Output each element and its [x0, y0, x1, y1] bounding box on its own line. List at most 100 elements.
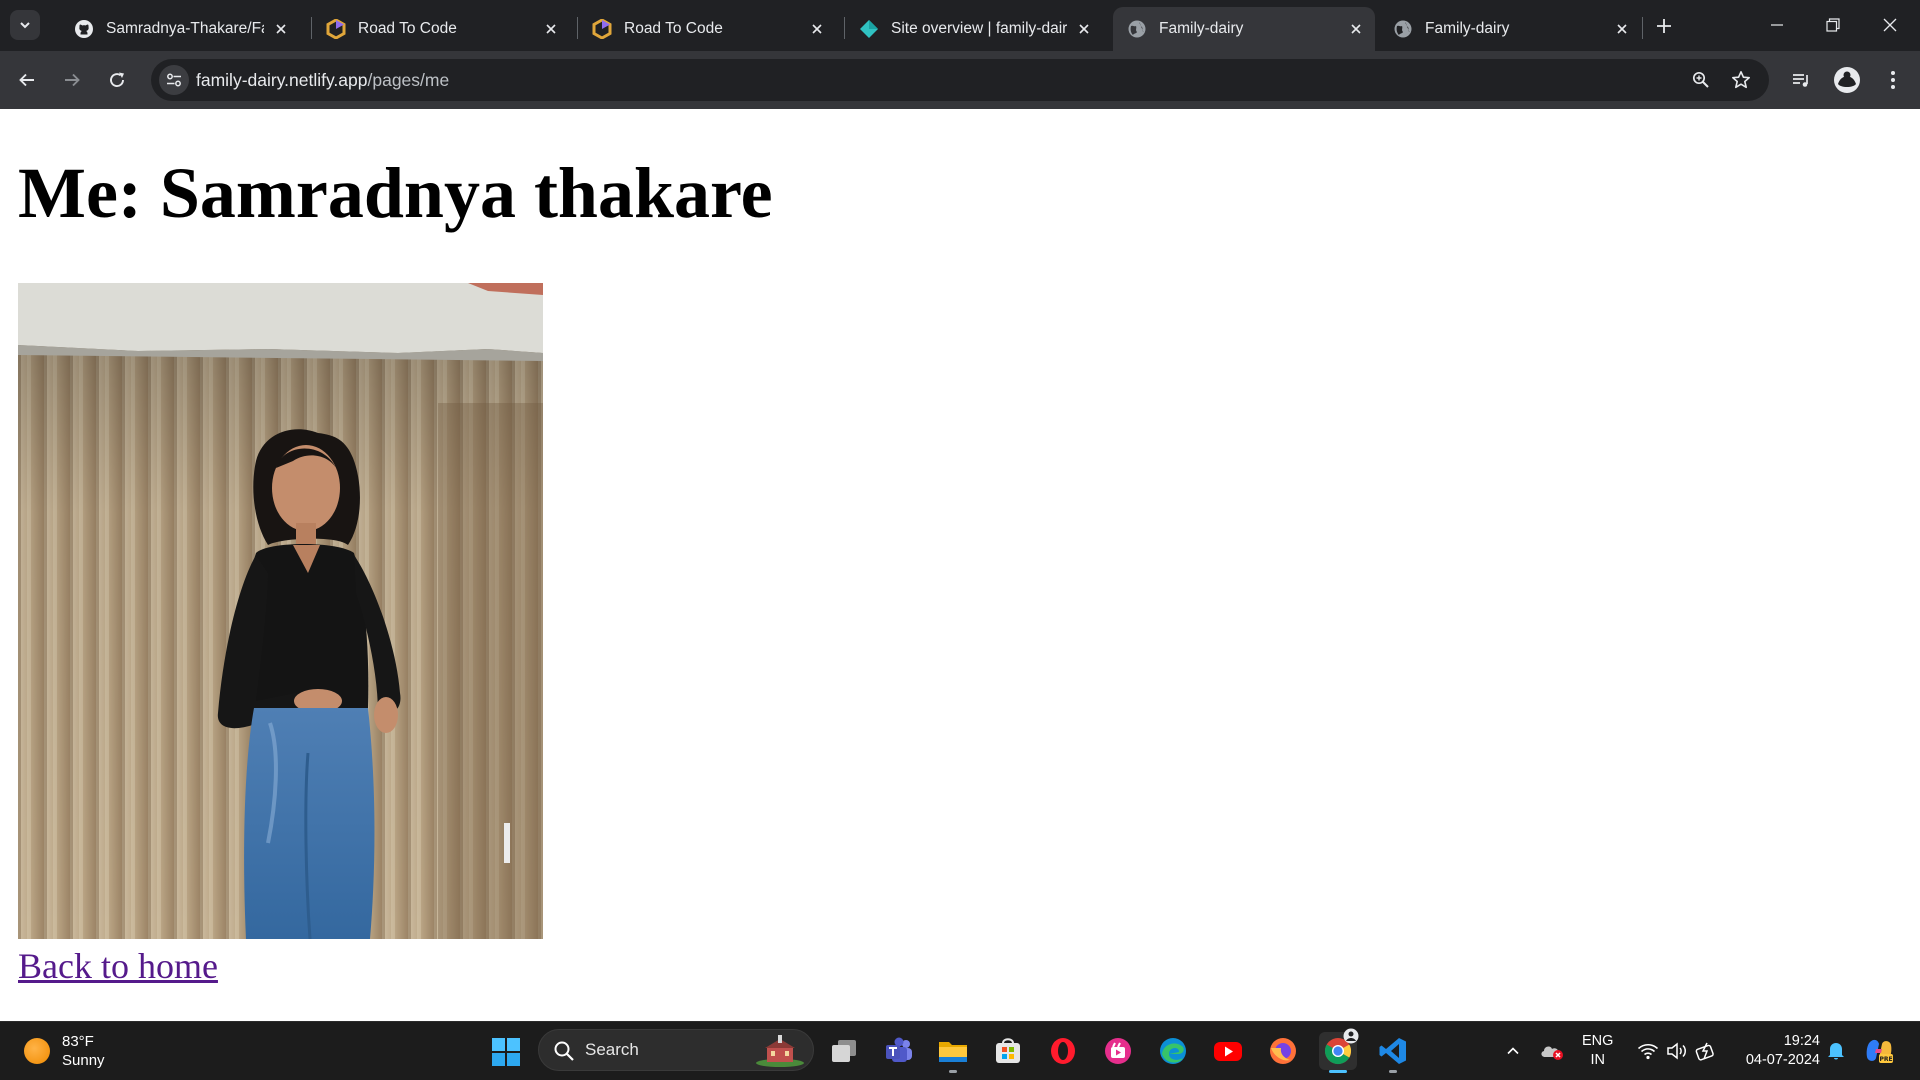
restore-button[interactable] — [1813, 8, 1853, 42]
globe-icon — [1393, 19, 1413, 39]
globe-icon — [1127, 19, 1147, 39]
chrome-app[interactable] — [1319, 1028, 1359, 1073]
tab-search-button[interactable] — [10, 10, 40, 40]
back-button[interactable] — [11, 64, 43, 96]
address-bar[interactable]: family-dairy.netlify.app/pages/me — [151, 59, 1769, 101]
windows-start-icon[interactable] — [491, 1037, 521, 1067]
plus-icon — [1657, 19, 1671, 33]
edge-icon — [1160, 1038, 1186, 1064]
opera-app[interactable] — [1044, 1032, 1082, 1070]
close-window-button[interactable] — [1870, 8, 1910, 42]
tune-icon — [167, 73, 181, 87]
tab-title: Family-dairy — [1159, 20, 1244, 37]
notifications-button[interactable] — [1823, 1022, 1849, 1080]
task-view-button[interactable] — [825, 1032, 863, 1070]
volume-status[interactable] — [1663, 1022, 1691, 1080]
clipchamp-icon — [1105, 1038, 1131, 1064]
tab-road-to-code-1[interactable]: Road To Code — [312, 7, 570, 51]
vscode-app[interactable] — [1374, 1032, 1412, 1073]
playlist-icon — [1793, 74, 1808, 87]
teams-app[interactable] — [880, 1032, 918, 1070]
reload-button[interactable] — [101, 64, 133, 96]
back-to-home-link[interactable]: Back to home — [18, 946, 218, 987]
tab-title: Road To Code — [624, 20, 723, 37]
github-icon — [74, 19, 94, 39]
browser-toolbar: family-dairy.netlify.app/pages/me — [0, 51, 1920, 109]
tab-title: Family-dairy — [1425, 20, 1510, 37]
portrait-image — [18, 283, 543, 939]
edge-app[interactable] — [1154, 1032, 1192, 1070]
close-icon[interactable] — [1073, 18, 1095, 40]
zoom-button[interactable] — [1685, 64, 1717, 96]
close-icon[interactable] — [1345, 18, 1367, 40]
vscode-icon — [1379, 1038, 1406, 1064]
chevron-up-icon — [1507, 1047, 1519, 1055]
search-label: Search — [585, 1040, 639, 1059]
restore-icon — [1826, 18, 1840, 32]
url-text[interactable]: family-dairy.netlify.app/pages/me — [196, 59, 449, 101]
more-vertical-icon — [1891, 71, 1895, 89]
taskbar-search[interactable]: Search — [538, 1029, 814, 1071]
close-icon[interactable] — [540, 18, 562, 40]
input-language[interactable]: ENG IN — [1582, 1032, 1613, 1070]
tab-road-to-code-2[interactable]: Road To Code — [578, 7, 836, 51]
firefox-app[interactable] — [1264, 1032, 1302, 1070]
file-explorer-app[interactable] — [934, 1032, 972, 1073]
youtube-icon — [1214, 1042, 1242, 1061]
road-to-code-icon — [326, 19, 346, 39]
browser-tab-strip: Samradnya-Thakare/Family Road To Code Ro… — [0, 0, 1920, 51]
speaker-icon — [1667, 1042, 1686, 1060]
onedrive-status[interactable] — [1537, 1022, 1567, 1080]
svg-text:PRE: PRE — [1879, 1056, 1892, 1063]
wifi-icon — [1637, 1043, 1659, 1060]
arrow-left-icon — [19, 73, 34, 87]
profile-button[interactable] — [1831, 64, 1863, 96]
tab-github[interactable]: Samradnya-Thakare/Family — [60, 7, 300, 51]
arrow-right-icon — [65, 73, 80, 87]
opera-icon — [1051, 1038, 1075, 1064]
weather-condition: Sunny — [62, 1052, 105, 1069]
close-icon — [1883, 18, 1897, 32]
show-hidden-icons-button[interactable] — [1499, 1022, 1527, 1080]
url-host: family-dairy.netlify.app — [196, 70, 368, 90]
wifi-status[interactable] — [1634, 1022, 1662, 1080]
firefox-icon — [1270, 1038, 1296, 1064]
close-icon[interactable] — [1611, 18, 1633, 40]
close-icon[interactable] — [270, 18, 292, 40]
battery-charging-icon — [1695, 1042, 1714, 1061]
close-icon[interactable] — [806, 18, 828, 40]
clock-date: 04-07-2024 — [1745, 1052, 1820, 1068]
windows-taskbar: 83°F Sunny Search ENG IN 19:24 04-07-202… — [0, 1021, 1920, 1080]
chrome-menu-button[interactable] — [1877, 64, 1909, 96]
zoom-in-icon — [1692, 71, 1709, 88]
clipchamp-app[interactable] — [1099, 1032, 1137, 1070]
copilot-button[interactable]: PRE — [1862, 1022, 1896, 1080]
media-controls-button[interactable] — [1785, 64, 1817, 96]
region-code: IN — [1590, 1052, 1605, 1068]
bookmark-button[interactable] — [1725, 64, 1757, 96]
folder-icon — [939, 1042, 967, 1062]
tab-family-dairy-active[interactable]: Family-dairy — [1113, 7, 1375, 51]
search-icon — [554, 1041, 574, 1061]
site-info-button[interactable] — [159, 65, 189, 95]
teams-icon — [886, 1037, 912, 1062]
tab-netlify-site-overview[interactable]: Site overview | family-dairy — [845, 7, 1103, 51]
weather-temperature: 83°F — [62, 1033, 94, 1050]
bell-icon — [1828, 1043, 1844, 1060]
new-tab-button[interactable] — [1650, 12, 1678, 40]
forward-button[interactable] — [56, 64, 88, 96]
tab-separator — [1642, 17, 1643, 39]
taskbar-clock[interactable]: 19:24 04-07-2024 — [1732, 1032, 1820, 1070]
tab-family-dairy[interactable]: Family-dairy — [1379, 7, 1641, 51]
task-view-icon — [832, 1040, 856, 1062]
tab-title: Road To Code — [358, 20, 457, 37]
weather-widget[interactable]: 83°F Sunny — [24, 1032, 105, 1070]
microsoft-store-app[interactable] — [989, 1032, 1027, 1070]
chevron-down-icon — [20, 22, 30, 29]
minimize-icon — [1771, 24, 1783, 26]
avatar — [1834, 67, 1860, 93]
web-page: Me: Samradnya thakare Back to home — [0, 109, 1920, 1021]
youtube-app[interactable] — [1209, 1032, 1247, 1070]
minimize-button[interactable] — [1757, 8, 1797, 42]
battery-status[interactable] — [1692, 1022, 1720, 1080]
